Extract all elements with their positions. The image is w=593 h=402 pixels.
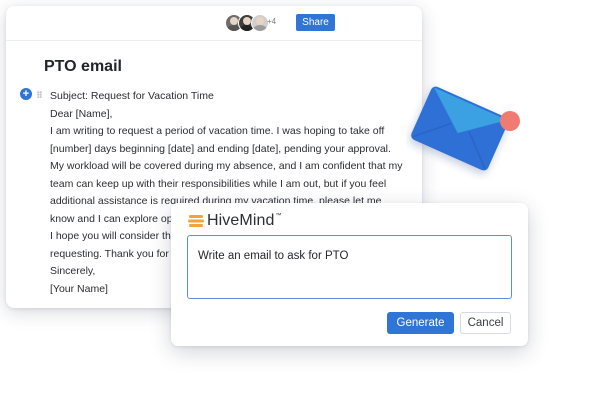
share-button[interactable]: Share [296,14,335,31]
generate-button[interactable]: Generate [387,312,454,334]
document-line: [number] days beginning [date] and endin… [50,142,391,155]
page-title: PTO email [44,58,122,75]
document-toolbar: +4 Share [6,6,422,41]
envelope-icon [411,86,520,171]
document-line: Dear [Name], [50,107,113,120]
plus-circle-icon[interactable]: + [20,88,32,100]
brand: HiveMind ™ [188,211,282,231]
hivemind-dialog: HiveMind ™ Write an email to ask for PTO… [171,203,528,346]
cancel-button[interactable]: Cancel [460,312,511,334]
envelope-illustration [406,80,521,180]
collaborator-avatars[interactable] [225,14,269,32]
notification-dot-icon [500,111,520,131]
document-line: Subject: Request for Vacation Time [50,90,214,102]
brand-name: HiveMind [207,212,275,229]
document-line: My workload will be covered during my ab… [50,160,403,172]
collaborators-count[interactable]: +4 [267,17,276,26]
drag-handle-icon[interactable] [37,91,42,98]
stage: +4 Share PTO email + Subject: Request fo… [0,0,593,402]
trademark-mark: ™ [275,213,282,219]
hivemind-logo-icon [188,215,204,227]
document-line: I am writing to request a period of vaca… [50,125,385,137]
document-line: team can keep up with their responsibili… [50,177,387,190]
prompt-input[interactable]: Write an email to ask for PTO [187,235,512,299]
